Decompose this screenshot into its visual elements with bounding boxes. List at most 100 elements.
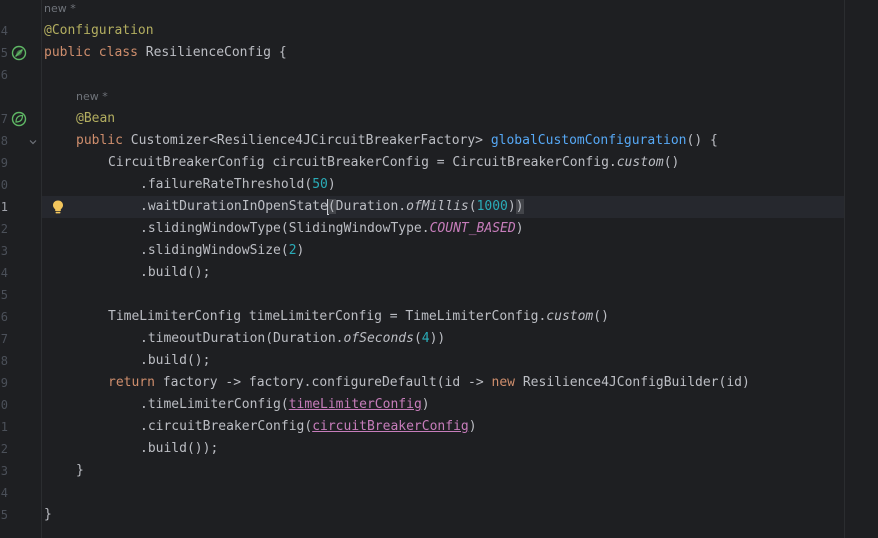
code-line[interactable]: .timeoutDuration(Duration.ofSeconds(4)) [140, 328, 445, 350]
code-token: () { [686, 133, 718, 148]
line-number: 1 [0, 420, 8, 434]
annotation: @Bean [76, 111, 116, 126]
closing-brace: } [44, 507, 52, 522]
code-line[interactable]: CircuitBreakerConfig circuitBreakerConfi… [108, 152, 679, 174]
line-number: 5 [0, 288, 8, 302]
number-literal: 4 [421, 331, 430, 346]
code-line[interactable]: } [76, 460, 84, 482]
code-token: .build(); [140, 265, 211, 280]
code-line[interactable]: return factory -> factory.configureDefau… [108, 372, 750, 394]
code-line[interactable]: @Configuration [44, 20, 154, 42]
keyword: public [76, 133, 123, 148]
code-token: Resilience4JConfigBuilder(id) [522, 375, 750, 390]
captured-variable: circuitBreakerConfig [312, 419, 469, 434]
code-token: .build()); [140, 441, 219, 456]
code-token: .slidingWindowSize( [140, 243, 289, 258]
code-token: ) [421, 397, 430, 412]
closing-brace: } [76, 463, 84, 478]
code-token: CircuitBreakerConfig circuitBreakerConfi… [108, 155, 617, 170]
line-number: 6 [0, 68, 8, 82]
gutter-divider [41, 0, 42, 538]
code-token: .build(); [140, 353, 211, 368]
code-line[interactable]: .circuitBreakerConfig(circuitBreakerConf… [140, 416, 477, 438]
method-name: globalCustomConfiguration [490, 133, 687, 148]
code-token: )) [429, 331, 446, 346]
code-token: ) [507, 199, 516, 214]
code-token: Duration. [335, 199, 407, 214]
line-number-current: 1 [0, 200, 8, 214]
leaf-bean-icon[interactable] [11, 45, 27, 61]
author-inlay-hint[interactable]: new * [76, 86, 108, 108]
code-line[interactable]: .slidingWindowType(SlidingWindowType.COU… [140, 218, 524, 240]
code-token: .waitDurationInOpenState [140, 199, 328, 214]
right-margin-guide [844, 0, 845, 538]
enum-constant: COUNT_BASED [429, 221, 516, 236]
line-number: 7 [0, 332, 8, 346]
brace-match: ) [515, 199, 524, 214]
code-line[interactable]: .build()); [140, 438, 218, 460]
keyword: public [44, 45, 91, 60]
line-number: 5 [0, 46, 8, 60]
line-number: 6 [0, 310, 8, 324]
code-line[interactable]: public Customizer<Resilience4JCircuitBre… [76, 130, 718, 152]
line-number: 0 [0, 398, 8, 412]
code-line-current[interactable]: .waitDurationInOpenState(Duration.ofMill… [140, 196, 524, 218]
code-token: .timeLimiterConfig( [140, 397, 289, 412]
chevron-down-icon[interactable] [28, 137, 38, 147]
code-line[interactable]: } [44, 504, 52, 526]
code-line[interactable]: .failureRateThreshold(50) [140, 174, 336, 196]
code-line[interactable]: .timeLimiterConfig(timeLimiterConfig) [140, 394, 430, 416]
code-token: () [593, 309, 609, 324]
line-number: 9 [0, 156, 8, 170]
line-number: 4 [0, 266, 8, 280]
code-line[interactable]: .slidingWindowSize(2) [140, 240, 304, 262]
line-number: 2 [0, 442, 8, 456]
line-number: 3 [0, 244, 8, 258]
return-type: Customizer<Resilience4JCircuitBreakerFac… [130, 133, 483, 148]
code-line[interactable]: public class ResilienceConfig { [44, 42, 287, 64]
author-inlay-hint[interactable]: new * [44, 0, 76, 20]
code-line[interactable]: .build(); [140, 262, 210, 284]
line-number: 8 [0, 134, 8, 148]
leaf-bean-icon[interactable] [11, 111, 27, 127]
number-literal: 50 [312, 177, 328, 192]
line-number: 8 [0, 354, 8, 368]
code-token: ( [468, 199, 477, 214]
static-method: custom [616, 155, 664, 170]
code-token: .timeoutDuration(Duration. [140, 331, 344, 346]
line-number: 4 [0, 486, 8, 500]
number-literal: 2 [288, 243, 297, 258]
code-token: () [663, 155, 680, 170]
code-token: ) [515, 221, 524, 236]
code-token: factory -> factory.configureDefault(id -… [162, 375, 484, 390]
class-name: ResilienceConfig { [145, 45, 287, 60]
line-number: 7 [0, 112, 8, 126]
code-line[interactable]: @Bean [76, 108, 115, 130]
line-number: 4 [0, 24, 8, 38]
keyword: return [108, 375, 155, 390]
line-number: 0 [0, 178, 8, 192]
brace-match: ( [327, 199, 336, 214]
line-number: 2 [0, 222, 8, 236]
code-token: .failureRateThreshold( [140, 177, 313, 192]
code-token: TimeLimiterConfig timeLimiterConfig = Ti… [108, 309, 547, 324]
keyword: class [98, 45, 138, 60]
code-editor[interactable]: 4 5 6 7 8 9 0 1 2 3 4 5 6 7 8 9 0 1 2 3 … [0, 0, 878, 538]
captured-variable: timeLimiterConfig [288, 397, 422, 412]
line-number: 9 [0, 376, 8, 390]
code-token: ( [413, 331, 422, 346]
code-token: ) [296, 243, 305, 258]
code-line[interactable]: TimeLimiterConfig timeLimiterConfig = Ti… [108, 306, 609, 328]
static-method: custom [546, 309, 594, 324]
keyword: new [491, 375, 516, 390]
code-token: .slidingWindowType(SlidingWindowType. [140, 221, 430, 236]
line-number: 3 [0, 464, 8, 478]
static-method: ofMillis [406, 199, 469, 214]
lightbulb-icon[interactable] [51, 199, 67, 215]
number-literal: 1000 [476, 199, 508, 214]
code-line[interactable]: .build(); [140, 350, 210, 372]
code-token: .circuitBreakerConfig( [140, 419, 313, 434]
code-token: ) [327, 177, 336, 192]
static-method: ofSeconds [343, 331, 414, 346]
code-token: ) [468, 419, 477, 434]
